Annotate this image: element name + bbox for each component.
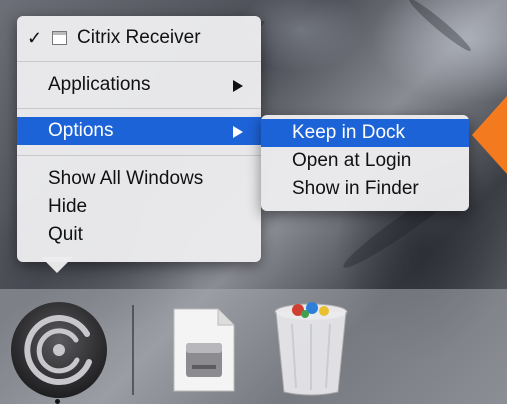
- menu-item-show-all-windows[interactable]: Show All Windows: [17, 165, 261, 193]
- submenu-arrow-icon: [233, 126, 243, 138]
- menu-item-quit[interactable]: Quit: [17, 221, 261, 249]
- checkmark-icon: ✓: [27, 28, 43, 48]
- window-icon: [52, 31, 67, 45]
- submenu-item-show-in-finder[interactable]: Show in Finder: [261, 175, 469, 203]
- menu-item-hide[interactable]: Hide: [17, 193, 261, 221]
- menu-item-label: Citrix Receiver: [77, 27, 201, 48]
- options-submenu: Keep in Dock Open at Login Show in Finde…: [261, 115, 469, 211]
- submenu-item-label: Open at Login: [292, 150, 412, 171]
- running-indicator: [55, 399, 60, 404]
- menu-item-citrix-receiver[interactable]: ✓ Citrix Receiver: [17, 24, 261, 52]
- callout-arrow-icon: [472, 96, 507, 174]
- menu-item-label: Show All Windows: [48, 168, 204, 189]
- submenu-item-label: Keep in Dock: [292, 122, 406, 143]
- menu-separator: [17, 108, 261, 109]
- submenu-arrow-icon: [233, 80, 243, 92]
- citrix-receiver-icon[interactable]: [9, 300, 109, 400]
- menu-separator: [17, 155, 261, 156]
- dock-context-menu: ✓ Citrix Receiver Applications Options S…: [17, 16, 261, 262]
- trash-icon[interactable]: [272, 300, 350, 396]
- submenu-item-open-at-login[interactable]: Open at Login: [261, 147, 469, 175]
- menu-item-label: Quit: [48, 224, 83, 245]
- dock-separator: [132, 305, 134, 395]
- menu-pointer-tail: [41, 257, 73, 273]
- menu-separator: [17, 61, 261, 62]
- submenu-item-keep-in-dock[interactable]: Keep in Dock: [261, 119, 469, 147]
- submenu-item-label: Show in Finder: [292, 178, 419, 199]
- menu-item-label: Options: [48, 120, 114, 141]
- menu-item-options[interactable]: Options: [17, 117, 261, 145]
- menu-item-label: Hide: [48, 196, 88, 217]
- menu-item-applications[interactable]: Applications: [17, 71, 261, 99]
- menu-item-label: Applications: [48, 74, 151, 95]
- disk-image-icon[interactable]: [172, 307, 236, 393]
